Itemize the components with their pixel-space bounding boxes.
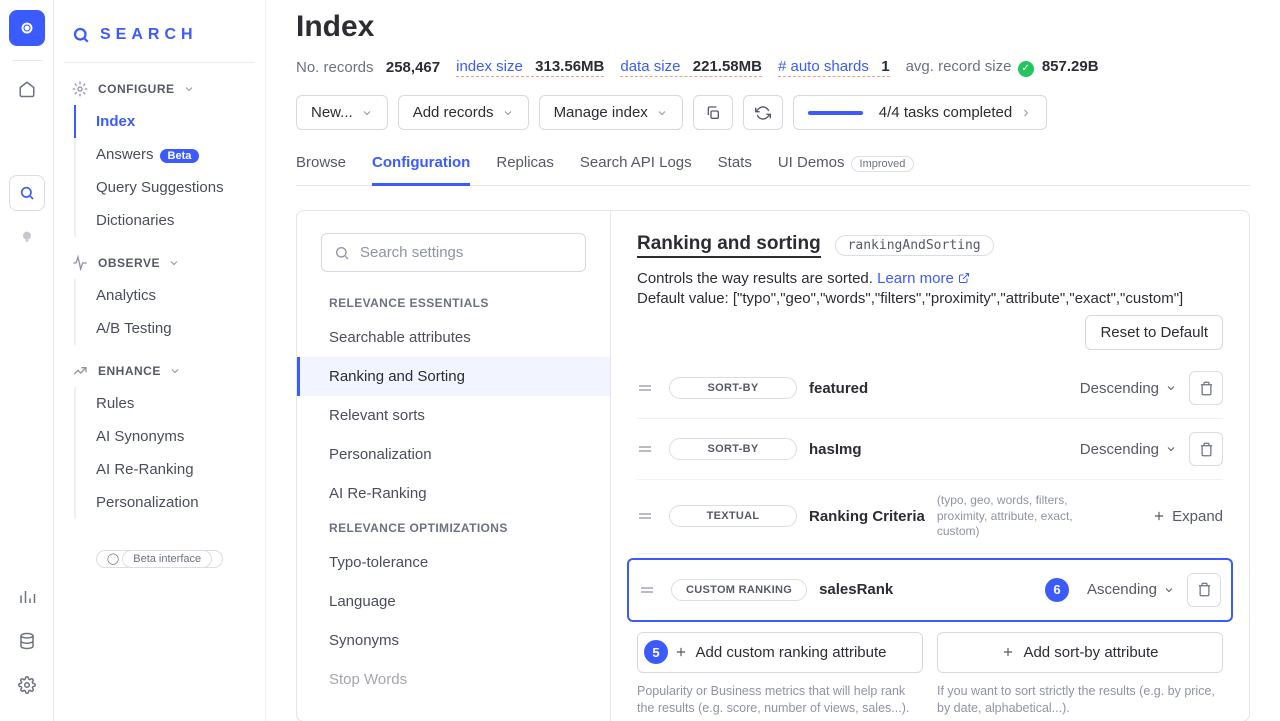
dashboard-icon[interactable]	[9, 10, 45, 46]
tab-ui-demos[interactable]: UI DemosImproved	[778, 144, 915, 185]
sidebar: SEARCH CONFIGURE Index AnswersBeta Query…	[54, 0, 266, 721]
tab-replicas[interactable]: Replicas	[496, 144, 554, 185]
tab-configuration[interactable]: Configuration	[372, 144, 470, 186]
auto-shards[interactable]: # auto shards 1	[778, 58, 890, 77]
delete-button[interactable]	[1187, 573, 1221, 607]
search-settings[interactable]	[321, 233, 586, 272]
cat-essentials: RELEVANCE ESSENTIALS	[297, 288, 610, 318]
direction-select[interactable]: Ascending	[1087, 581, 1175, 598]
check-icon: ✓	[1018, 61, 1034, 77]
nav-ai-synonyms[interactable]: AI Synonyms	[74, 420, 255, 453]
search-rail-icon[interactable]	[9, 175, 45, 211]
ranking-desc: Controls the way results are sorted. Lea…	[637, 270, 1223, 287]
add-records-button[interactable]: Add records	[398, 95, 529, 130]
rank-row-hasimg: SORT-BY hasImg Descending	[637, 419, 1223, 480]
nav-dictionaries[interactable]: Dictionaries	[74, 204, 255, 237]
setting-stopwords[interactable]: Stop Words	[297, 660, 610, 699]
tasks-button[interactable]: 4/4 tasks completed	[793, 95, 1047, 130]
manage-index-button[interactable]: Manage index	[539, 95, 683, 130]
tab-stats[interactable]: Stats	[718, 144, 752, 185]
brand: SEARCH	[64, 16, 255, 63]
enhance-header[interactable]: ENHANCE	[64, 345, 255, 387]
setting-language[interactable]: Language	[297, 582, 610, 621]
tab-browse[interactable]: Browse	[296, 144, 346, 185]
nav-answers[interactable]: AnswersBeta	[74, 138, 255, 171]
rank-row-salesrank: CUSTOM RANKING salesRank 6 Ascending	[627, 558, 1233, 622]
nav-index[interactable]: Index	[74, 105, 255, 138]
configure-header[interactable]: CONFIGURE	[64, 63, 255, 105]
setting-synonyms[interactable]: Synonyms	[297, 621, 610, 660]
drag-handle-icon[interactable]	[639, 582, 659, 598]
refresh-button[interactable]	[743, 95, 783, 130]
add-custom-ranking-button[interactable]: 5 Add custom ranking attribute	[637, 632, 923, 673]
setting-typo[interactable]: Typo-tolerance	[297, 543, 610, 582]
step-5-badge: 5	[644, 640, 668, 664]
direction-select[interactable]: Descending	[1080, 441, 1177, 458]
setting-searchable[interactable]: Searchable attributes	[297, 318, 610, 357]
database-icon[interactable]	[9, 623, 45, 659]
nav-ai-reranking[interactable]: AI Re-Ranking	[74, 453, 255, 486]
nav-analytics[interactable]: Analytics	[74, 279, 255, 312]
settings-list: RELEVANCE ESSENTIALS Searchable attribut…	[297, 211, 611, 721]
page-title: Index	[296, 10, 1250, 44]
delete-button[interactable]	[1189, 432, 1223, 466]
home-icon[interactable]	[9, 71, 45, 107]
setting-ranking[interactable]: Ranking and Sorting	[297, 357, 610, 396]
setting-ai-reranking[interactable]: AI Re-Ranking	[297, 474, 610, 513]
setting-personalization[interactable]: Personalization	[297, 435, 610, 474]
index-size[interactable]: index size 313.56MB	[456, 58, 604, 77]
copy-button[interactable]	[693, 95, 733, 130]
ranking-title: Ranking and sorting	[637, 233, 821, 258]
search-input[interactable]	[360, 244, 573, 261]
gear-icon[interactable]	[9, 667, 45, 703]
icon-rail	[0, 0, 54, 721]
lightbulb-icon[interactable]	[9, 219, 45, 255]
expand-button[interactable]: Expand	[1152, 508, 1223, 525]
rank-row-featured: SORT-BY featured Descending	[637, 358, 1223, 419]
ranking-code: rankingAndSorting	[835, 235, 994, 256]
cat-optimizations: RELEVANCE OPTIMIZATIONS	[297, 513, 610, 543]
drag-handle-icon[interactable]	[637, 441, 657, 457]
ranking-content: Ranking and sorting rankingAndSorting Co…	[611, 211, 1249, 721]
tab-api-logs[interactable]: Search API Logs	[580, 144, 692, 185]
stats-row: No. records 258,467 index size 313.56MB …	[296, 58, 1250, 77]
direction-select[interactable]: Descending	[1080, 380, 1177, 397]
nav-query-suggestions[interactable]: Query Suggestions	[74, 171, 255, 204]
drag-handle-icon[interactable]	[637, 508, 657, 524]
tabs: Browse Configuration Replicas Search API…	[296, 144, 1250, 186]
ranking-default: Default value: ["typo","geo","words","fi…	[637, 290, 1223, 307]
config-panel: RELEVANCE ESSENTIALS Searchable attribut…	[296, 210, 1250, 721]
brand-label: SEARCH	[100, 26, 198, 44]
new-button[interactable]: New...	[296, 95, 388, 130]
toolbar: New... Add records Manage index 4/4 task…	[296, 95, 1250, 130]
delete-button[interactable]	[1189, 371, 1223, 405]
chart-icon[interactable]	[9, 579, 45, 615]
observe-header[interactable]: OBSERVE	[64, 237, 255, 279]
add-sortby-button[interactable]: Add sort-by attribute	[937, 632, 1223, 673]
main: Index No. records 258,467 index size 313…	[266, 0, 1280, 721]
rank-row-criteria: TEXTUAL Ranking Criteria (typo, geo, wor…	[637, 480, 1223, 554]
note-sort: If you want to sort strictly the results…	[937, 683, 1223, 717]
drag-handle-icon[interactable]	[637, 380, 657, 396]
step-6-badge: 6	[1045, 578, 1069, 602]
setting-relevant-sorts[interactable]: Relevant sorts	[297, 396, 610, 435]
reset-button[interactable]: Reset to Default	[1085, 315, 1223, 350]
beta-interface-badge[interactable]: ◯ Beta interface	[64, 549, 255, 565]
nav-rules[interactable]: Rules	[74, 387, 255, 420]
nav-ab-testing[interactable]: A/B Testing	[74, 312, 255, 345]
nav-personalization[interactable]: Personalization	[74, 486, 255, 519]
data-size[interactable]: data size 221.58MB	[620, 58, 762, 77]
note-custom: Popularity or Business metrics that will…	[637, 683, 923, 717]
learn-more-link[interactable]: Learn more	[877, 270, 970, 287]
